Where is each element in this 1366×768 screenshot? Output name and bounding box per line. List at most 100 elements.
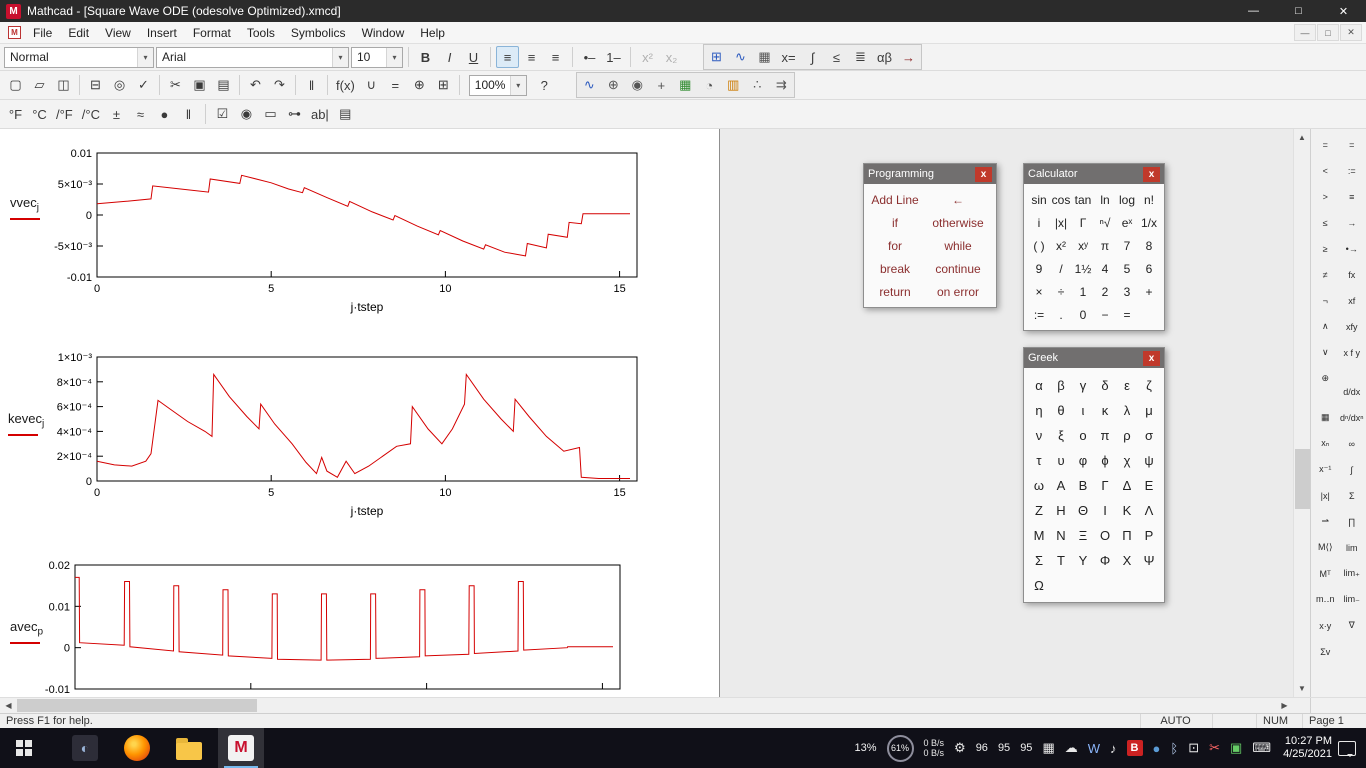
calculator-key-6[interactable]: 6 [1138,258,1160,279]
calculator-key-xʸ[interactable]: xʸ [1072,235,1094,256]
calculus-limit-button[interactable]: lim [1340,535,1365,560]
xy-plot-avec[interactable]: 0.020.010-0.01 [22,559,630,697]
calculator-key-:=[interactable]: := [1028,304,1050,325]
worksheet-page[interactable]: vvecj 0.015×10⁻³0-5×10⁻³-0.01051015j·tst… [0,129,720,697]
greek-key-Π[interactable]: Π [1116,523,1138,547]
greek-key-α[interactable]: α [1028,373,1050,397]
font-size-combo[interactable]: 10 ▾ [351,47,403,68]
greek-key-Ε[interactable]: Ε [1138,473,1160,497]
scatter-plot-3d-button[interactable]: ∴ [746,74,769,96]
boolean-or-button[interactable]: ∨ [1313,340,1338,365]
calculus-definite-integral-button[interactable]: ∫ [1340,457,1365,482]
greek-key-ψ[interactable]: ψ [1138,448,1160,472]
calculator-key-/[interactable]: / [1050,258,1072,279]
menu-item-tools[interactable]: Tools [239,22,283,43]
calculator-key-cos[interactable]: cos [1050,189,1072,210]
menu-item-help[interactable]: Help [412,22,453,43]
taskbar-app-tile[interactable]: ◐ [62,728,108,768]
horizontal-scrollbar[interactable]: ◀ ▶ [0,698,1293,713]
style-combo[interactable]: Normal ▾ [4,47,154,68]
calculator-key-1[interactable]: 1 [1072,281,1094,302]
evaluation-operator-xf-button[interactable]: xf [1340,288,1365,313]
horizontal-scroll-track[interactable] [17,698,1276,713]
greek-palette-titlebar[interactable]: Greekx [1024,348,1164,368]
align-center-button[interactable]: ≡ [520,46,543,68]
scroll-left-button[interactable]: ◀ [0,698,17,713]
greek-key-Θ[interactable]: Θ [1072,498,1094,522]
menu-item-symbolics[interactable]: Symbolics [283,22,354,43]
matrix-sum-button[interactable]: Σv [1313,639,1338,664]
greek-key-Μ[interactable]: Μ [1028,523,1050,547]
bar-plot-3d-button[interactable]: ▥ [722,74,745,96]
keyboard-icon[interactable]: ⌨ [1252,740,1271,756]
greek-key-κ[interactable]: κ [1094,398,1116,422]
evaluation-operator-fx-button[interactable]: fx [1340,262,1365,287]
vector-field-plot-button[interactable]: ⇉ [770,74,793,96]
scroll-up-button[interactable]: ▲ [1294,129,1310,146]
greek-key-Υ[interactable]: Υ [1072,548,1094,572]
mdi-minimize-button[interactable]: — [1294,24,1316,41]
paste-button[interactable]: ▤ [212,74,235,96]
greek-key-τ[interactable]: τ [1028,448,1050,472]
open-button[interactable]: ▱ [28,74,51,96]
insert-unit-button[interactable]: ∪ [360,74,383,96]
calculus-toolbar-button[interactable]: ∫ [801,46,824,68]
greek-key-β[interactable]: β [1050,373,1072,397]
greek-key-Ζ[interactable]: Ζ [1028,498,1050,522]
calculator-key-n![interactable]: n! [1138,189,1160,210]
zoom-graph-button[interactable]: ◉ [626,74,649,96]
symbolics-toolbar-button[interactable]: → [897,46,920,68]
calculator-key-1½[interactable]: 1½ [1072,258,1094,279]
calculator-palette-close-button[interactable]: x [1143,167,1160,182]
calculator-key-π[interactable]: π [1094,235,1116,256]
restore-button[interactable]: □ [1276,0,1321,22]
boolean-not-button[interactable]: ¬ [1313,288,1338,313]
parallel-button[interactable]: ‖ [177,103,200,125]
mdi-restore-button[interactable]: □ [1317,24,1339,41]
numbered-list-button[interactable]: 1– [602,46,625,68]
calculator-key-=[interactable]: = [1116,304,1138,325]
boolean-equal-button[interactable]: = [1313,132,1338,157]
matrix-subscript-button[interactable]: xₙ [1313,431,1338,456]
greek-key-Ρ[interactable]: Ρ [1138,523,1160,547]
calculator-key-.[interactable]: . [1050,304,1072,325]
calculus-nth-derivative-button[interactable]: dⁿ/dxⁿ [1340,405,1365,430]
bluetooth-icon[interactable]: ᛒ [1170,741,1178,756]
pushbutton-control-button[interactable]: ▭ [259,103,282,125]
greek-key-ω[interactable]: ω [1028,473,1050,497]
horizontal-scroll-thumb[interactable] [17,699,257,712]
greek-key-μ[interactable]: μ [1138,398,1160,422]
greek-key-Τ[interactable]: Τ [1050,548,1072,572]
calculator-key-3[interactable]: 3 [1116,281,1138,302]
calculator-key-tan[interactable]: tan [1072,189,1094,210]
approx-equal-button[interactable]: ≈ [129,103,152,125]
greek-key-ϕ[interactable]: ϕ [1094,448,1116,472]
greek-key-ε[interactable]: ε [1116,373,1138,397]
calculator-key-−[interactable]: − [1094,304,1116,325]
cut-button[interactable]: ✂ [164,74,187,96]
greek-key-ζ[interactable]: ζ [1138,373,1160,397]
mdi-close-button[interactable]: ✕ [1340,24,1362,41]
title-bar[interactable]: M Mathcad - [Square Wave ODE (odesolve O… [0,0,1366,22]
close-button[interactable]: ✕ [1321,0,1366,22]
snip-icon[interactable]: ✂ [1209,740,1220,756]
programming-key-break[interactable]: break [867,258,923,279]
start-button[interactable] [0,728,48,768]
greek-key-Σ[interactable]: Σ [1028,548,1050,572]
taskbar-app-explorer[interactable] [166,728,212,768]
calculator-key-5[interactable]: 5 [1116,258,1138,279]
programming-toolbar-button[interactable]: ≣ [849,46,872,68]
evaluation-operator-xfy2-button[interactable]: x f y [1340,340,1365,365]
greek-key-Χ[interactable]: Χ [1116,548,1138,572]
taskbar-app-firefox[interactable] [114,728,160,768]
menu-item-format[interactable]: Format [185,22,239,43]
menu-item-file[interactable]: File [25,22,60,43]
calculus-product-button[interactable]: ∏ [1340,509,1365,534]
calculus-infinity-button[interactable]: ∞ [1340,431,1365,456]
greek-key-δ[interactable]: δ [1094,373,1116,397]
xy-plot-svg-kevec[interactable]: 1×10⁻³8×10⁻⁴6×10⁻⁴4×10⁻⁴2×10⁻⁴0051015j·t… [45,351,645,531]
programming-key-Add-Line[interactable]: Add Line [867,189,923,210]
greek-key-Η[interactable]: Η [1050,498,1072,522]
greek-key-π[interactable]: π [1094,423,1116,447]
calculator-key-7[interactable]: 7 [1116,235,1138,256]
